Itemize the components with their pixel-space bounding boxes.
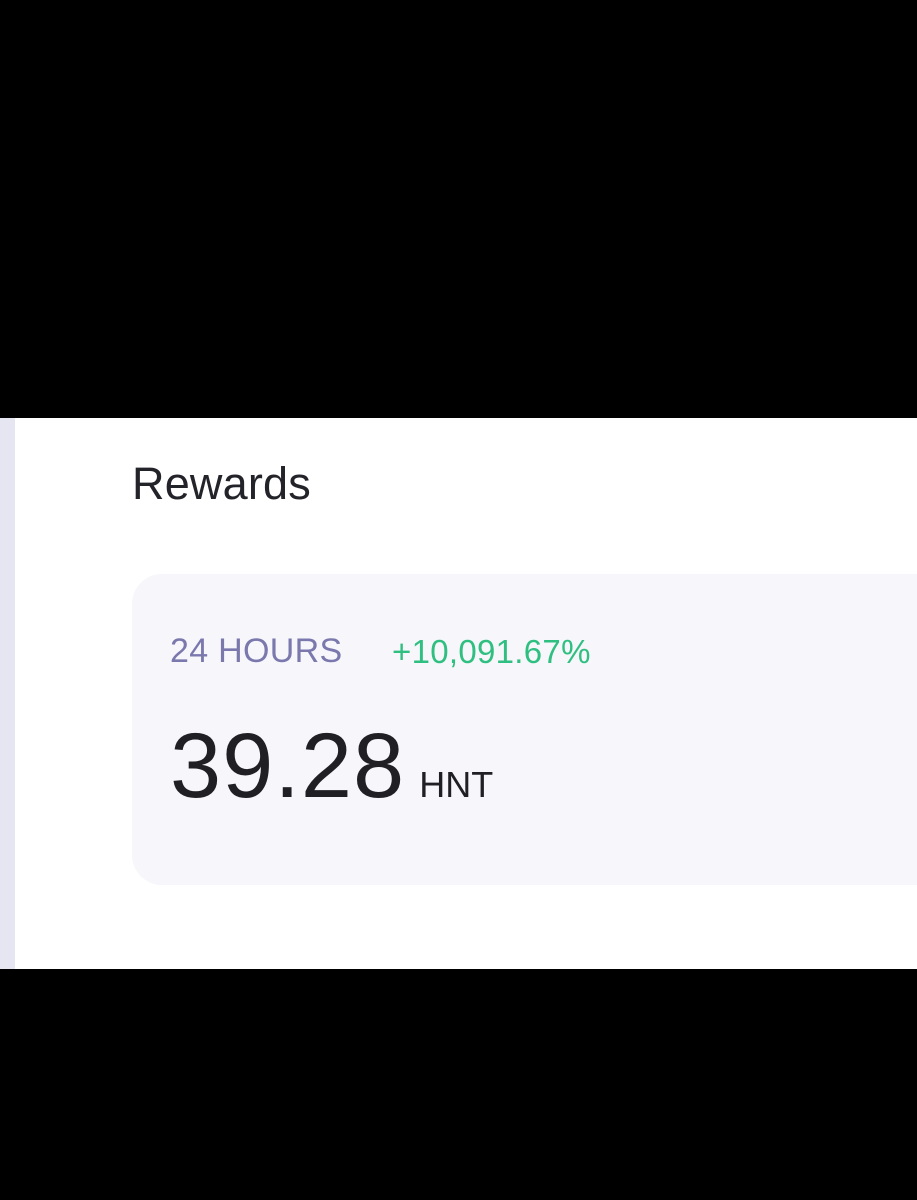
sidebar-edge: [0, 418, 15, 969]
reward-amount: 39.28: [170, 715, 406, 817]
period-label: 24 HOURS: [170, 632, 343, 670]
letterbox-bottom: [0, 969, 917, 1200]
rewards-panel: Rewards 24 HOURS +10,091.67% 39.28 HNT: [0, 418, 917, 969]
rewards-card[interactable]: 24 HOURS +10,091.67% 39.28 HNT: [132, 574, 917, 885]
reward-unit: HNT: [419, 764, 494, 805]
change-percentage: +10,091.67%: [392, 633, 591, 670]
letterbox-top: [0, 0, 917, 418]
amount-row: 39.28 HNT: [170, 720, 493, 812]
section-title: Rewards: [132, 458, 311, 509]
